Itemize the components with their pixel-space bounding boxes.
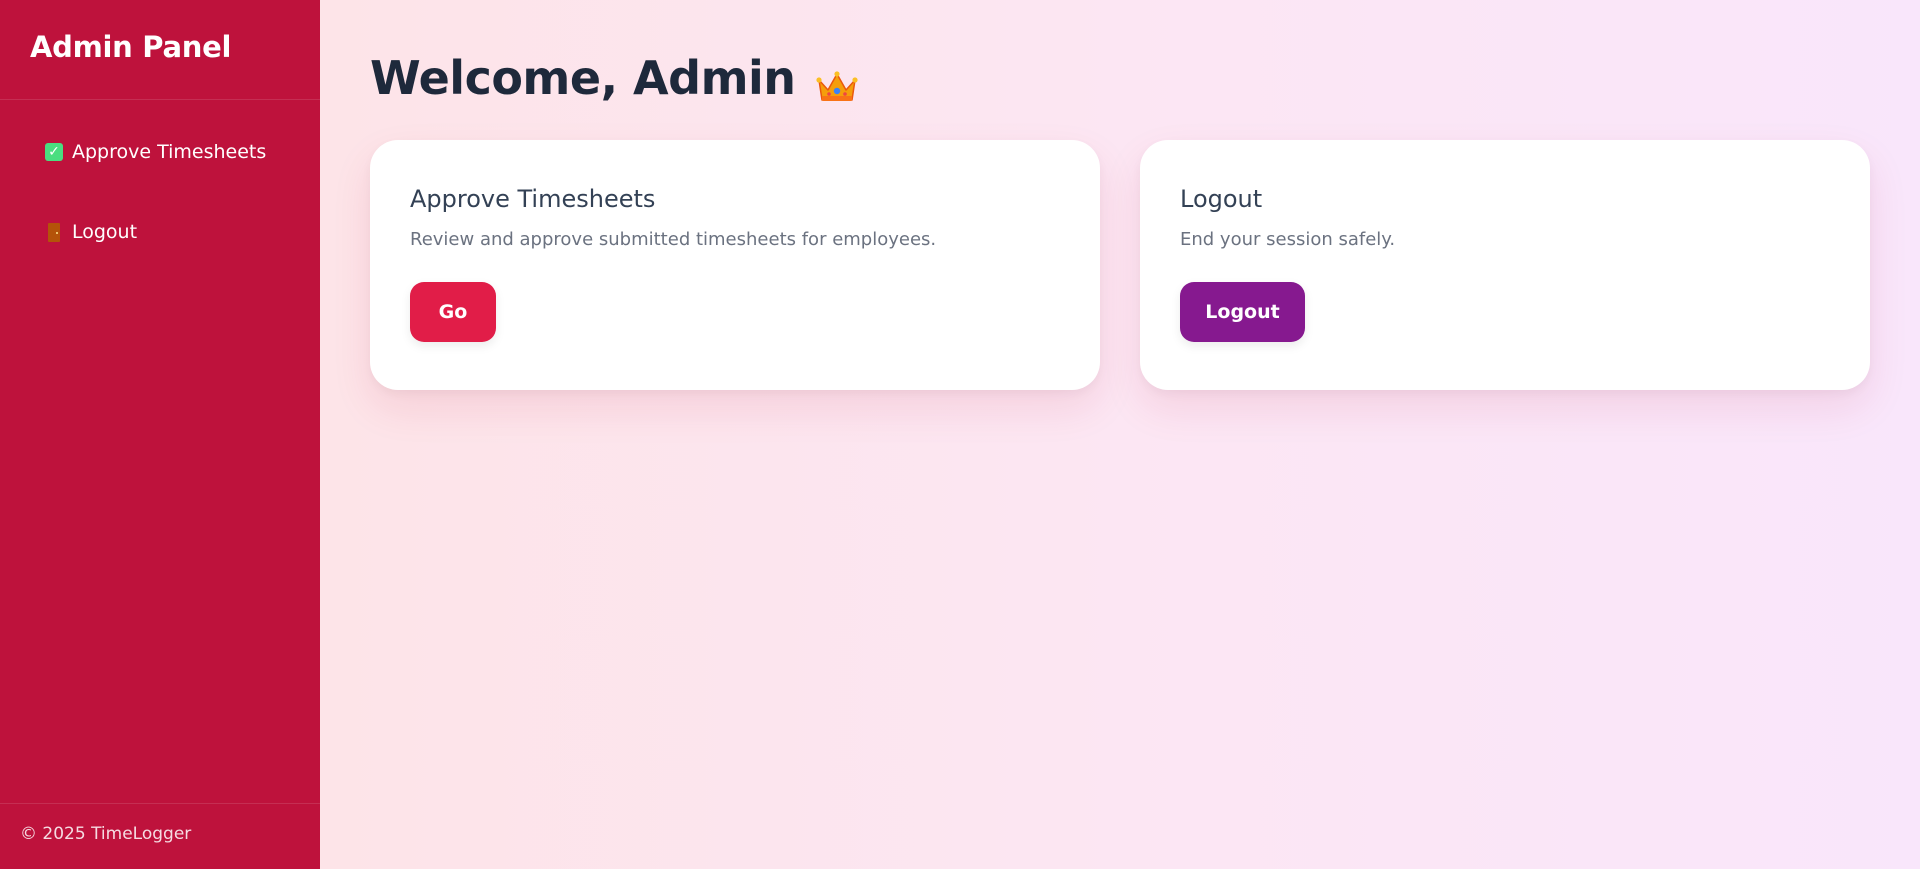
sidebar-nav: ✓ Approve Timesheets Logout xyxy=(0,100,320,803)
main-content: Welcome, Admin Approve Timesheets Review… xyxy=(320,0,1920,869)
sidebar: Admin Panel ✓ Approve Timesheets Logout … xyxy=(0,0,320,869)
card-description: End your session safely. xyxy=(1180,229,1396,250)
page-title-text: Welcome, Admin xyxy=(370,51,796,105)
app-root: Admin Panel ✓ Approve Timesheets Logout … xyxy=(0,0,1920,869)
sidebar-item-label: Logout xyxy=(72,221,138,243)
logout-card: Logout End your session safely. Logout xyxy=(1140,140,1870,390)
card-title: Approve Timesheets xyxy=(410,185,656,213)
check-box-icon: ✓ xyxy=(44,142,64,162)
sidebar-item-label: Approve Timesheets xyxy=(72,141,267,163)
sidebar-brand: Admin Panel xyxy=(0,0,320,100)
crown-icon xyxy=(815,61,858,101)
card-grid: Approve Timesheets Review and approve su… xyxy=(370,140,1870,390)
sidebar-item-logout[interactable]: Logout xyxy=(44,220,320,244)
door-icon xyxy=(44,222,64,242)
card-title: Logout xyxy=(1180,185,1263,213)
logout-button[interactable]: Logout xyxy=(1180,282,1305,342)
sidebar-footer: © 2025 TimeLogger xyxy=(0,803,320,869)
sidebar-item-approve-timesheets[interactable]: ✓ Approve Timesheets xyxy=(44,140,320,164)
page-title: Welcome, Admin xyxy=(370,50,1870,106)
card-description: Review and approve submitted timesheets … xyxy=(410,229,937,250)
go-button[interactable]: Go xyxy=(410,282,496,342)
approve-timesheets-card: Approve Timesheets Review and approve su… xyxy=(370,140,1100,390)
